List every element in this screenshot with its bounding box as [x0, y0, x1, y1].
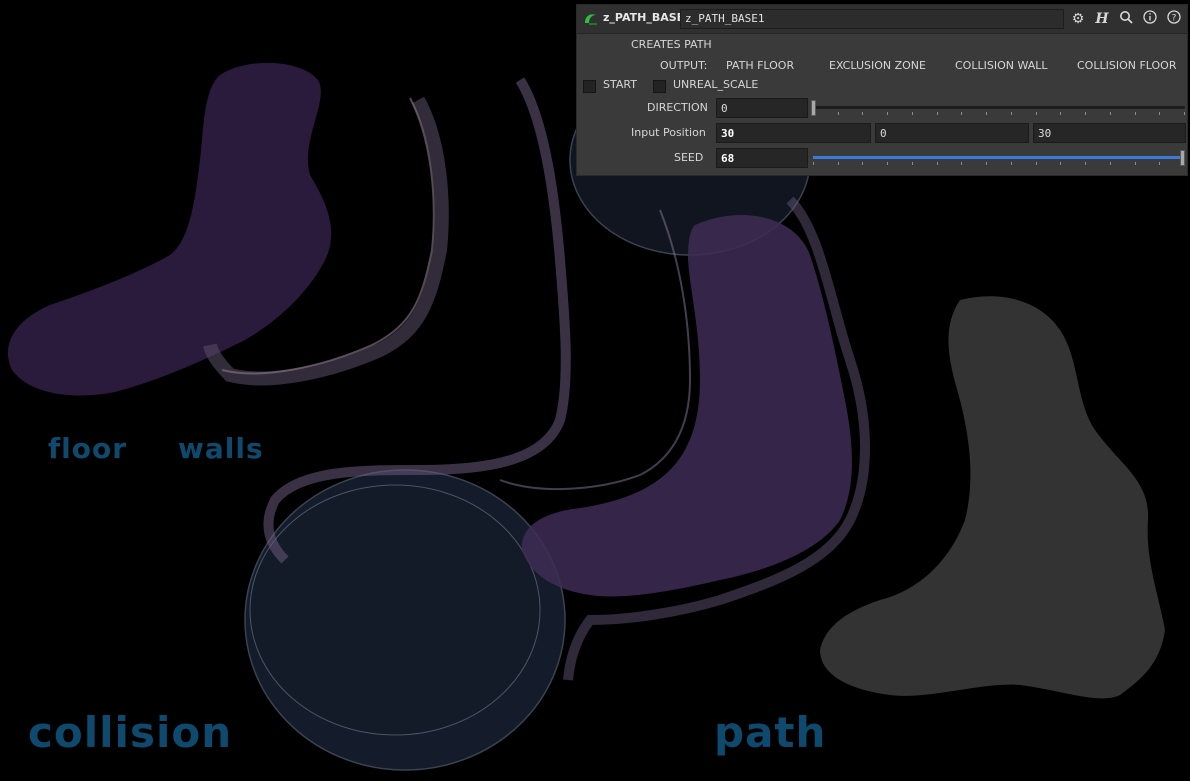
output-exclusion-zone: EXCLUSION ZONE	[829, 59, 926, 72]
direction-slider-handle[interactable]	[811, 100, 816, 116]
help-icon[interactable]: ?	[1165, 10, 1183, 28]
slider-tick	[1159, 162, 1160, 165]
slider-tick	[912, 112, 913, 115]
info-icon-shape	[1143, 10, 1157, 24]
slider-tick	[838, 162, 839, 165]
slider-tick	[887, 112, 888, 115]
direction-slider-track	[813, 106, 1185, 109]
unreal-scale-checkbox[interactable]	[653, 80, 666, 93]
output-path-floor: PATH FLOOR	[726, 59, 795, 72]
node-name-field[interactable]: z_PATH_BASE1	[680, 9, 1064, 29]
start-label: START	[603, 78, 637, 91]
collision-cylinder-top	[249, 484, 541, 736]
floor-mesh	[7, 62, 332, 396]
magnifier-icon[interactable]	[1117, 10, 1135, 28]
magnifier-icon-shape	[1120, 11, 1133, 24]
slider-tick	[1110, 112, 1111, 115]
unreal-scale-label: UNREAL_SCALE	[673, 78, 759, 91]
slider-tick	[1184, 112, 1185, 115]
slider-tick	[1036, 162, 1037, 165]
slider-tick	[1085, 112, 1086, 115]
input-position-label: Input Position	[631, 126, 706, 139]
slider-tick	[862, 112, 863, 115]
slider-tick	[838, 112, 839, 115]
node-type-label: z_PATH_BASE	[603, 11, 685, 24]
start-checkbox[interactable]	[583, 80, 596, 93]
slider-tick	[986, 162, 987, 165]
walls-label: walls	[178, 432, 264, 465]
slider-tick	[1110, 162, 1111, 165]
slider-tick	[912, 162, 913, 165]
seed-label: SEED	[674, 151, 704, 164]
floor-label: floor	[48, 432, 128, 465]
output-collision-wall: COLLISION WALL	[955, 59, 1048, 72]
parameter-panel: z_PATH_BASE z_PATH_BASE1 ⚙ H ? CREATES P…	[576, 4, 1188, 176]
help-icon-shape: ?	[1167, 10, 1181, 24]
slider-tick	[1036, 112, 1037, 115]
output-collision-floor: COLLISION FLOOR	[1077, 59, 1177, 72]
slider-tick	[986, 112, 987, 115]
seed-field[interactable]: 68	[716, 148, 808, 168]
slider-tick	[1060, 112, 1061, 115]
info-icon[interactable]	[1141, 10, 1159, 28]
direction-field[interactable]: 0	[716, 98, 808, 118]
houdini-h-icon[interactable]: H	[1093, 10, 1111, 28]
path-floor-mesh	[521, 215, 852, 597]
slider-tick	[1060, 162, 1061, 165]
input-position-z[interactable]: 30	[1033, 123, 1186, 143]
gear-icon[interactable]: ⚙	[1069, 10, 1087, 28]
svg-text:?: ?	[1172, 14, 1177, 24]
direction-slider[interactable]	[811, 99, 1185, 119]
collision-label: collision	[28, 708, 233, 757]
panel-header: z_PATH_BASE z_PATH_BASE1 ⚙ H ?	[577, 5, 1187, 34]
slider-tick	[1135, 112, 1136, 115]
slider-tick	[1135, 162, 1136, 165]
path-mask	[820, 296, 1165, 699]
seed-slider-handle[interactable]	[1180, 150, 1185, 166]
slider-tick	[1085, 162, 1086, 165]
slider-tick	[961, 162, 962, 165]
slider-tick	[1011, 162, 1012, 165]
slider-tick	[887, 162, 888, 165]
direction-label: DIRECTION	[647, 101, 708, 114]
output-label: OUTPUT:	[660, 59, 708, 72]
input-position-y[interactable]: 0	[875, 123, 1029, 143]
slider-tick	[937, 112, 938, 115]
direction-slider-ticks	[813, 112, 1185, 116]
slider-tick	[1011, 112, 1012, 115]
slider-tick	[862, 162, 863, 165]
slider-tick	[813, 162, 814, 165]
creates-path-label: CREATES PATH	[631, 38, 712, 51]
path-label: path	[714, 708, 827, 757]
slider-tick	[1159, 112, 1160, 115]
seed-slider-ticks	[813, 162, 1185, 166]
slider-tick	[937, 162, 938, 165]
seed-slider[interactable]	[813, 149, 1185, 169]
node-type-icon	[585, 14, 597, 25]
input-position-x[interactable]: 30	[716, 123, 871, 143]
slider-tick	[961, 112, 962, 115]
seed-slider-fill	[813, 156, 1185, 159]
